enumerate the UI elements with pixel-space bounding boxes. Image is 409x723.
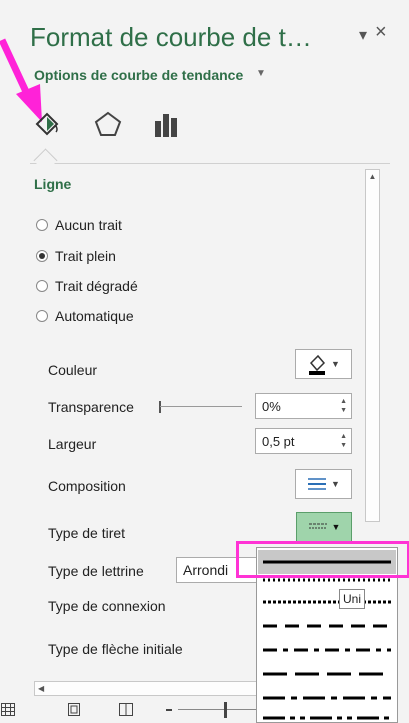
section-ligne-title: Ligne [34,176,72,192]
annotation-highlight-box [236,541,409,578]
composition-label: Composition [48,478,126,494]
tab-options[interactable] [151,109,181,139]
color-label: Couleur [48,362,98,378]
dash-type-dropdown[interactable]: ▼ [296,512,352,542]
pane-title: Format de courbe de t… [30,22,312,52]
color-picker-button[interactable]: ▼ [295,349,352,379]
page-layout-icon[interactable] [68,703,80,716]
radio-label: Trait dégradé [55,278,138,294]
radio-circle[interactable] [36,219,48,231]
transparency-spinner[interactable]: 0% ▲ ▼ [255,393,352,419]
chevron-down-icon: ▼ [331,359,340,369]
width-spinner[interactable]: 0,5 pt ▲ ▼ [255,428,352,454]
radio-no-line[interactable]: Aucun trait [36,217,122,233]
chevron-down-icon: ▼ [331,522,341,532]
bar-chart-icon [155,114,177,137]
width-value: 0,5 pt [262,433,295,449]
chevron-down-icon: ▼ [331,479,340,489]
transparency-value: 0% [262,398,281,414]
options-dropdown[interactable]: Options de courbe de tendance [34,67,243,83]
spinner-arrows-icon[interactable]: ▲ ▼ [340,397,347,415]
tab-fill-line[interactable] [32,109,62,139]
fill-bucket-icon [35,112,59,136]
width-label: Largeur [48,436,97,452]
radio-circle[interactable] [36,310,48,322]
composition-dropdown[interactable]: ▼ [295,469,352,499]
dash-style-icon [308,523,327,529]
normal-view-icon[interactable] [1,703,15,716]
close-pane-button[interactable]: × [375,21,387,44]
transparency-slider-track[interactable] [160,406,242,407]
tab-effects[interactable] [93,109,123,139]
zoom-slider-track[interactable] [178,709,258,710]
horizontal-scrollbar[interactable]: ◀ [34,681,266,696]
radio-circle[interactable] [36,280,48,292]
radio-solid-line[interactable]: Trait plein [36,248,116,264]
spinner-arrows-icon[interactable]: ▲ ▼ [340,432,347,450]
radio-gradient-line[interactable]: Trait dégradé [36,278,138,294]
tab-divider [30,163,390,164]
chevron-down-icon[interactable]: ▼ [256,68,266,79]
tab-indicator [33,148,58,173]
tooltip: Uni [339,589,366,609]
zoom-out-icon[interactable] [166,709,172,711]
transparency-label: Transparence [48,399,134,415]
page-break-icon[interactable] [119,703,133,716]
pane-menu-button[interactable]: ▾ [359,25,367,45]
vertical-scrollbar[interactable]: ▲ [365,169,380,522]
radio-automatic[interactable]: Automatique [36,308,134,324]
join-type-label: Type de connexion [48,598,166,614]
pentagon-effects-icon [94,111,122,136]
scroll-up-icon[interactable]: ▲ [366,172,379,181]
scroll-left-icon[interactable]: ◀ [38,684,265,693]
cap-type-label: Type de lettrine [48,563,144,579]
transparency-slider-thumb[interactable] [159,401,161,413]
radio-circle[interactable] [36,250,48,262]
pen-color-icon [309,354,326,375]
dash-type-label: Type de tiret [48,525,126,541]
compound-lines-icon [308,478,327,490]
radio-label: Aucun trait [55,217,122,233]
radio-label: Automatique [55,308,134,324]
radio-label: Trait plein [55,248,116,264]
arrow-begin-label: Type de flèche initiale [48,641,183,657]
zoom-slider-thumb[interactable] [224,702,227,718]
